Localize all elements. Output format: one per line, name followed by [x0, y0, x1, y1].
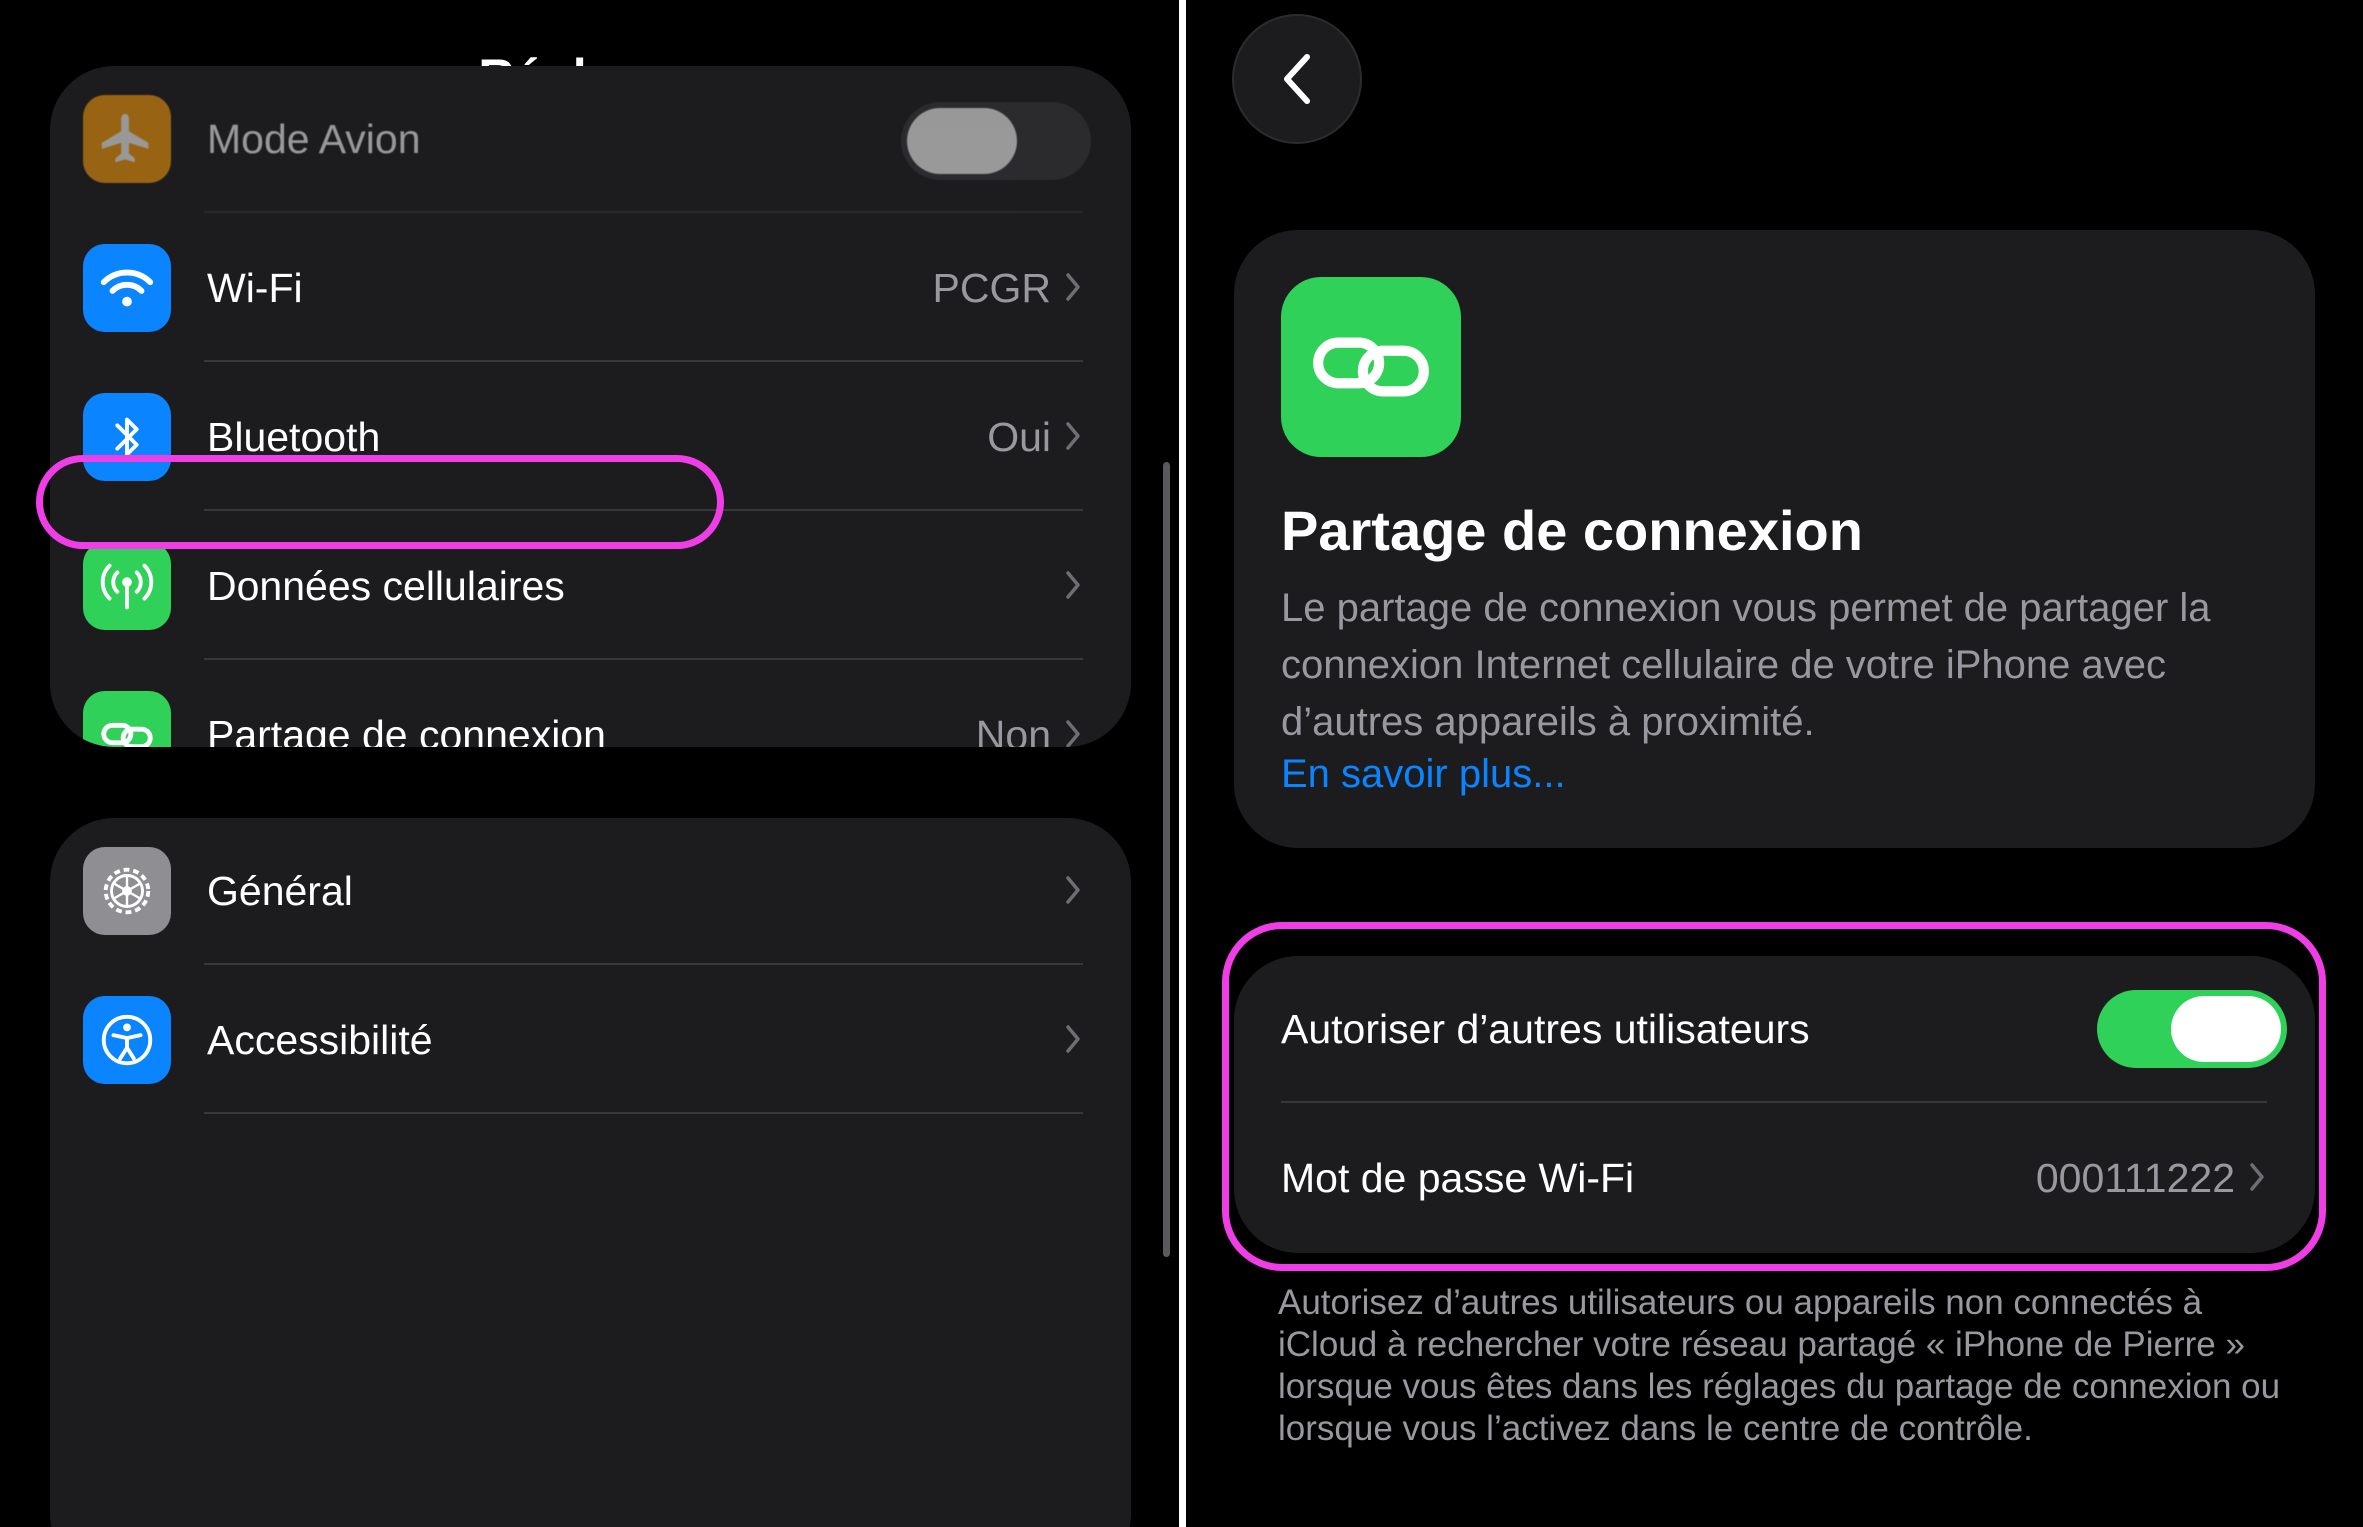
wifi-icon: [83, 244, 171, 332]
gear-icon: [83, 847, 171, 935]
settings-group-system: Général Accessibilité: [50, 818, 1131, 1527]
chevron-right-icon: [1066, 571, 1080, 599]
toggle-knob: [907, 108, 1017, 174]
allow-others-footnote: Autorisez d’autres utilisateurs ou appar…: [1278, 1283, 2281, 1448]
chevron-right-icon: [1066, 876, 1080, 904]
airplane-icon: [83, 95, 171, 183]
hotspot-app-icon: [1281, 277, 1461, 457]
panel-divider: [1179, 0, 1186, 1527]
settings-pane: Réglages Mode AvionWi-FiPCGRBluetoothOui…: [0, 0, 1179, 1527]
row-label: Mode Avion: [207, 116, 421, 162]
settings-row-general[interactable]: Général: [50, 818, 1131, 965]
row-value: Oui: [987, 414, 1051, 460]
hotspot-description: Le partage de connexion vous permet de p…: [1281, 586, 2211, 744]
hotspot-pane: Partage de connexion Le partage de conne…: [1186, 0, 2363, 1527]
chevron-right-icon: [1066, 422, 1080, 450]
airplane-toggle[interactable]: [901, 102, 1091, 180]
link-icon: [1313, 337, 1429, 397]
row-label: Partage de connexion: [207, 712, 606, 747]
antenna-icon: [83, 542, 171, 630]
row-label: Wi-Fi: [207, 265, 303, 311]
separator: [204, 211, 1083, 213]
chevron-left-icon: [1284, 54, 1310, 104]
hotspot-title: Partage de connexion: [1281, 499, 1863, 562]
highlight-hotspot-row: [36, 455, 724, 549]
settings-row-airplane[interactable]: Mode Avion: [50, 66, 1131, 213]
highlight-hotspot-settings: [1222, 922, 2326, 1271]
separator: [204, 963, 1083, 965]
row-value: Non: [975, 712, 1051, 747]
row-label: Accessibilité: [207, 1017, 433, 1063]
accessibility-icon: [83, 996, 171, 1084]
learn-more-link[interactable]: En savoir plus...: [1281, 752, 1566, 797]
chevron-right-icon: [1066, 1025, 1080, 1053]
settings-group-connectivity: Mode Avion Wi-Fi PCGR Bluetooth Oui Données c…: [50, 66, 1131, 747]
settings-row-wifi[interactable]: Wi-Fi PCGR: [50, 215, 1131, 362]
settings-row-hotspot[interactable]: Partage de connexion Non: [50, 662, 1131, 747]
row-value: PCGR: [932, 265, 1051, 311]
row-label: Général: [207, 868, 353, 914]
chevron-right-icon: [1066, 720, 1080, 747]
separator: [204, 1112, 1083, 1114]
scrollbar[interactable]: [1163, 462, 1170, 1257]
link-icon: [83, 691, 171, 747]
separator: [204, 360, 1083, 362]
settings-row-accessibility[interactable]: Accessibilité: [50, 967, 1131, 1114]
chevron-right-icon: [1066, 273, 1080, 301]
separator: [204, 658, 1083, 660]
hotspot-info-card: Partage de connexion Le partage de conne…: [1234, 230, 2315, 848]
back-button[interactable]: [1232, 14, 1362, 144]
